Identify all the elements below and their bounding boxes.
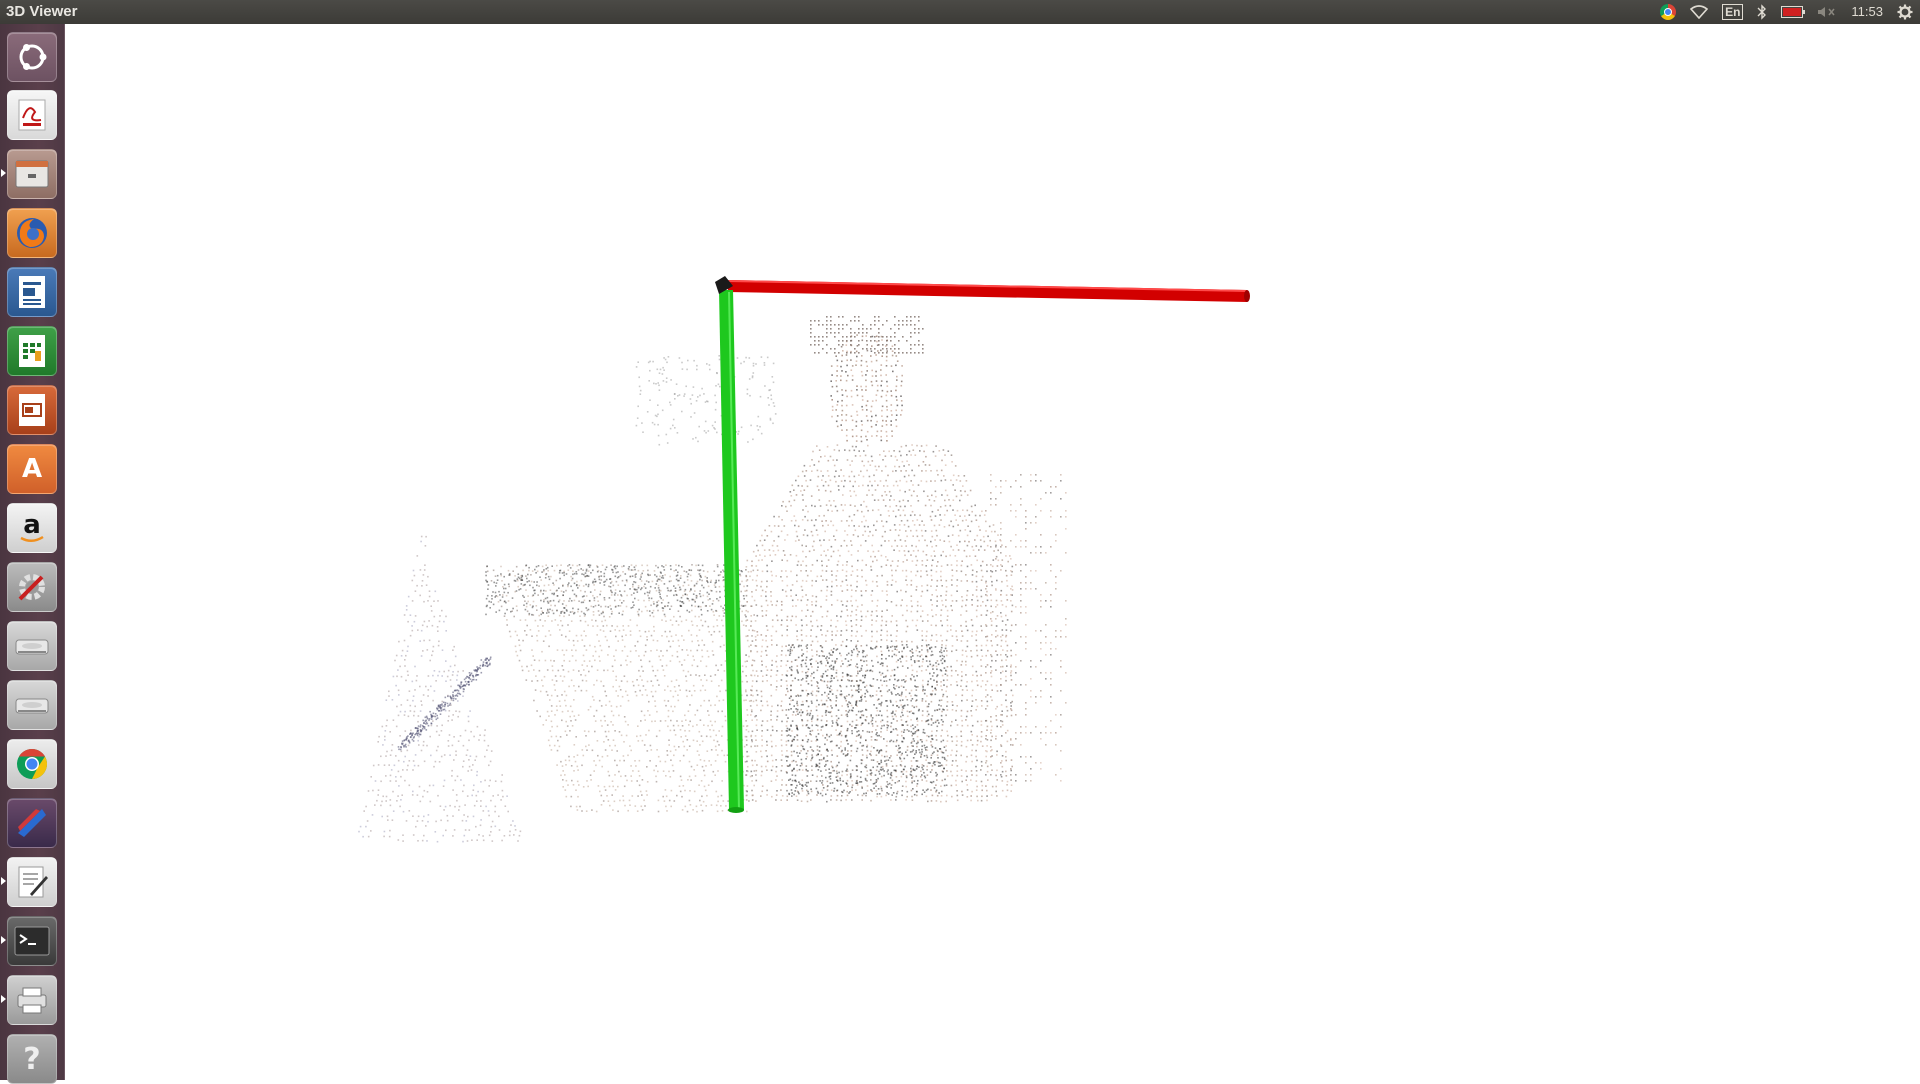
writer-icon[interactable] — [7, 267, 57, 317]
keyboard-layout-label: En — [1722, 4, 1743, 20]
settings-gear-icon[interactable] — [1890, 0, 1920, 24]
calc-icon[interactable] — [7, 326, 57, 376]
bluetooth-icon[interactable] — [1750, 0, 1774, 24]
firefox-icon[interactable] — [7, 208, 57, 258]
software-center-icon[interactable]: A — [7, 444, 57, 494]
impress-icon[interactable] — [7, 385, 57, 435]
window-title: 3D Viewer — [6, 0, 77, 24]
system-tray: En 11:53 — [1653, 0, 1920, 24]
amazon-icon[interactable]: a — [7, 503, 57, 553]
hard-drive-icon[interactable] — [7, 621, 57, 671]
keyboard-layout-icon[interactable]: En — [1715, 0, 1750, 24]
terminal-icon[interactable] — [7, 916, 57, 966]
ide-icon[interactable] — [7, 798, 57, 848]
volume-muted-icon[interactable] — [1810, 0, 1844, 24]
launcher: A a ? — [0, 24, 65, 1080]
clock[interactable]: 11:53 — [1844, 0, 1890, 24]
wifi-icon[interactable] — [1683, 0, 1715, 24]
hard-drive-icon[interactable] — [7, 680, 57, 730]
chrome-icon[interactable] — [7, 739, 57, 789]
point-cloud — [358, 316, 1066, 843]
point-cloud-scene[interactable] — [65, 24, 1920, 1080]
chrome-icon[interactable] — [1653, 0, 1683, 24]
system-settings-icon[interactable] — [7, 562, 57, 612]
printer-icon[interactable] — [7, 975, 57, 1025]
3d-viewport[interactable] — [65, 24, 1920, 1080]
pdf-viewer-icon[interactable] — [7, 90, 57, 140]
battery-icon[interactable] — [1774, 0, 1810, 24]
x-axis — [728, 280, 1250, 302]
files-icon[interactable] — [7, 149, 57, 199]
help-icon[interactable]: ? — [7, 1034, 57, 1084]
ubuntu-logo-icon[interactable] — [7, 32, 57, 82]
top-panel: 3D Viewer En 11:53 — [0, 0, 1920, 24]
text-editor-icon[interactable] — [7, 857, 57, 907]
svg-text:a: a — [23, 511, 41, 540]
